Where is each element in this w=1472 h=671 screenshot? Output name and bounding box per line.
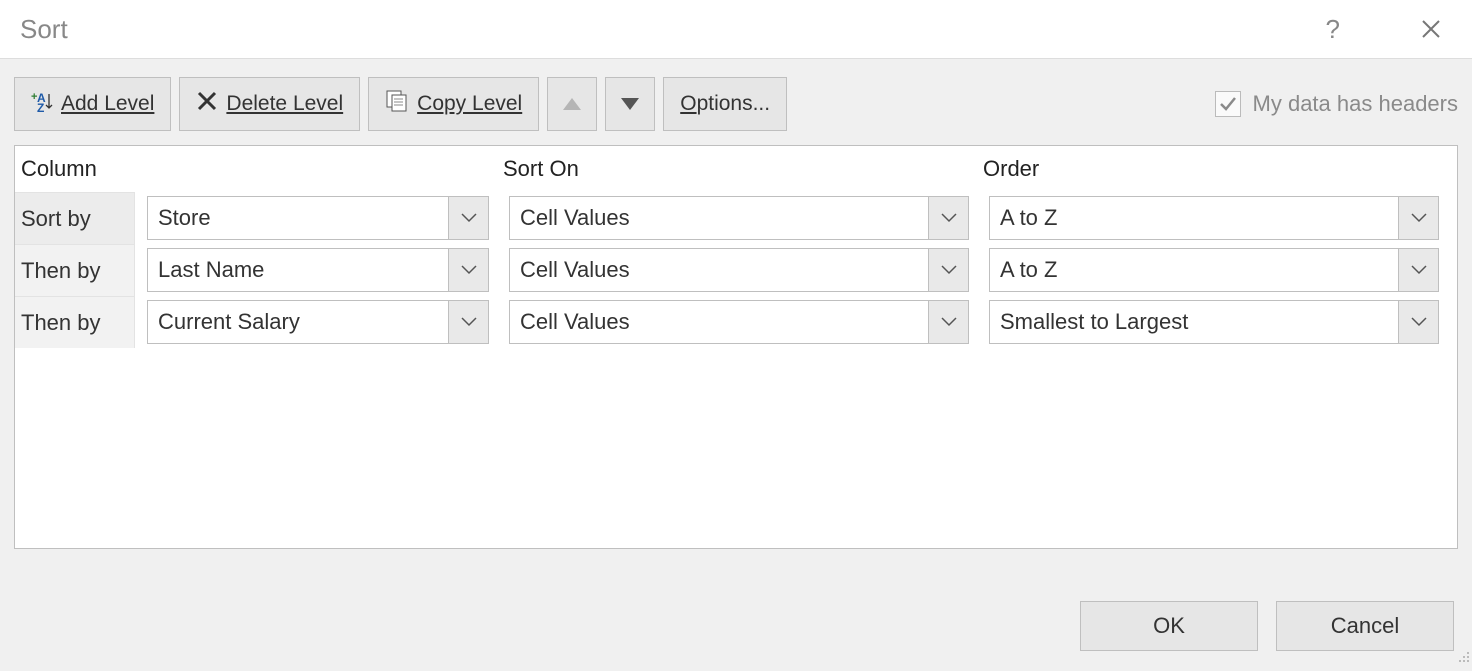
delete-level-icon — [196, 90, 218, 118]
sort-level-row: Sort by Store Cell Values A to Z — [15, 192, 1457, 244]
row-label: Then by — [15, 244, 135, 296]
close-icon[interactable] — [1420, 18, 1442, 40]
sort-levels-grid: Column Sort On Order Sort by Store Cell … — [14, 145, 1458, 549]
delete-level-label: Delete Level — [226, 92, 343, 115]
sort-on-combo[interactable]: Cell Values — [509, 196, 969, 240]
copy-level-label: Copy Level — [417, 92, 522, 115]
triangle-up-icon — [562, 97, 582, 111]
ok-button[interactable]: OK — [1080, 601, 1258, 651]
column-combo[interactable]: Store — [147, 196, 489, 240]
order-combo[interactable]: A to Z — [989, 248, 1439, 292]
column-combo[interactable]: Last Name — [147, 248, 489, 292]
triangle-down-icon — [620, 97, 640, 111]
sort-on-value: Cell Values — [510, 309, 928, 335]
chevron-down-icon[interactable] — [1398, 249, 1438, 291]
chevron-down-icon[interactable] — [448, 301, 488, 343]
move-down-button[interactable] — [605, 77, 655, 131]
order-combo[interactable]: Smallest to Largest — [989, 300, 1439, 344]
grid-header: Column Sort On Order — [15, 146, 1457, 192]
chevron-down-icon[interactable] — [448, 249, 488, 291]
row-label: Sort by — [15, 192, 135, 244]
sort-on-combo[interactable]: Cell Values — [509, 300, 969, 344]
copy-level-icon — [385, 89, 409, 119]
chevron-down-icon[interactable] — [928, 249, 968, 291]
order-value: A to Z — [990, 257, 1398, 283]
title-bar: Sort ? — [0, 0, 1472, 58]
header-column: Column — [15, 156, 497, 182]
order-combo[interactable]: A to Z — [989, 196, 1439, 240]
resize-grip-icon[interactable] — [1456, 647, 1470, 669]
options-button[interactable]: Options... — [663, 77, 787, 131]
headers-checkbox[interactable] — [1215, 91, 1241, 117]
headers-checkbox-group[interactable]: My data has headers — [1215, 91, 1458, 117]
options-label: ptions... — [697, 92, 771, 115]
help-icon[interactable]: ? — [1326, 14, 1340, 45]
toolbar: + A Z Add Level Delete Level Copy Level — [0, 58, 1472, 145]
column-value: Store — [148, 205, 448, 231]
column-value: Last Name — [148, 257, 448, 283]
column-value: Current Salary — [148, 309, 448, 335]
svg-text:Z: Z — [37, 101, 44, 112]
sort-level-row: Then by Last Name Cell Values A to Z — [15, 244, 1457, 296]
order-value: Smallest to Largest — [990, 309, 1398, 335]
add-level-button[interactable]: + A Z Add Level — [14, 77, 171, 131]
header-sort-on: Sort On — [497, 156, 977, 182]
copy-level-button[interactable]: Copy Level — [368, 77, 539, 131]
dialog-footer: OK Cancel — [1080, 601, 1454, 651]
cancel-button[interactable]: Cancel — [1276, 601, 1454, 651]
sort-level-row: Then by Current Salary Cell Values Small… — [15, 296, 1457, 348]
sort-on-value: Cell Values — [510, 205, 928, 231]
add-level-label: Add Level — [61, 92, 154, 115]
chevron-down-icon[interactable] — [448, 197, 488, 239]
row-label: Then by — [15, 296, 135, 348]
delete-level-button[interactable]: Delete Level — [179, 77, 360, 131]
chevron-down-icon[interactable] — [1398, 301, 1438, 343]
headers-label: My data has headers — [1253, 91, 1458, 117]
sort-on-combo[interactable]: Cell Values — [509, 248, 969, 292]
dialog-title: Sort — [20, 14, 68, 45]
column-combo[interactable]: Current Salary — [147, 300, 489, 344]
order-value: A to Z — [990, 205, 1398, 231]
header-order: Order — [977, 156, 1447, 182]
chevron-down-icon[interactable] — [1398, 197, 1438, 239]
sort-on-value: Cell Values — [510, 257, 928, 283]
move-up-button[interactable] — [547, 77, 597, 131]
checkmark-icon — [1218, 94, 1238, 114]
add-level-icon: + A Z — [31, 90, 53, 118]
chevron-down-icon[interactable] — [928, 197, 968, 239]
chevron-down-icon[interactable] — [928, 301, 968, 343]
